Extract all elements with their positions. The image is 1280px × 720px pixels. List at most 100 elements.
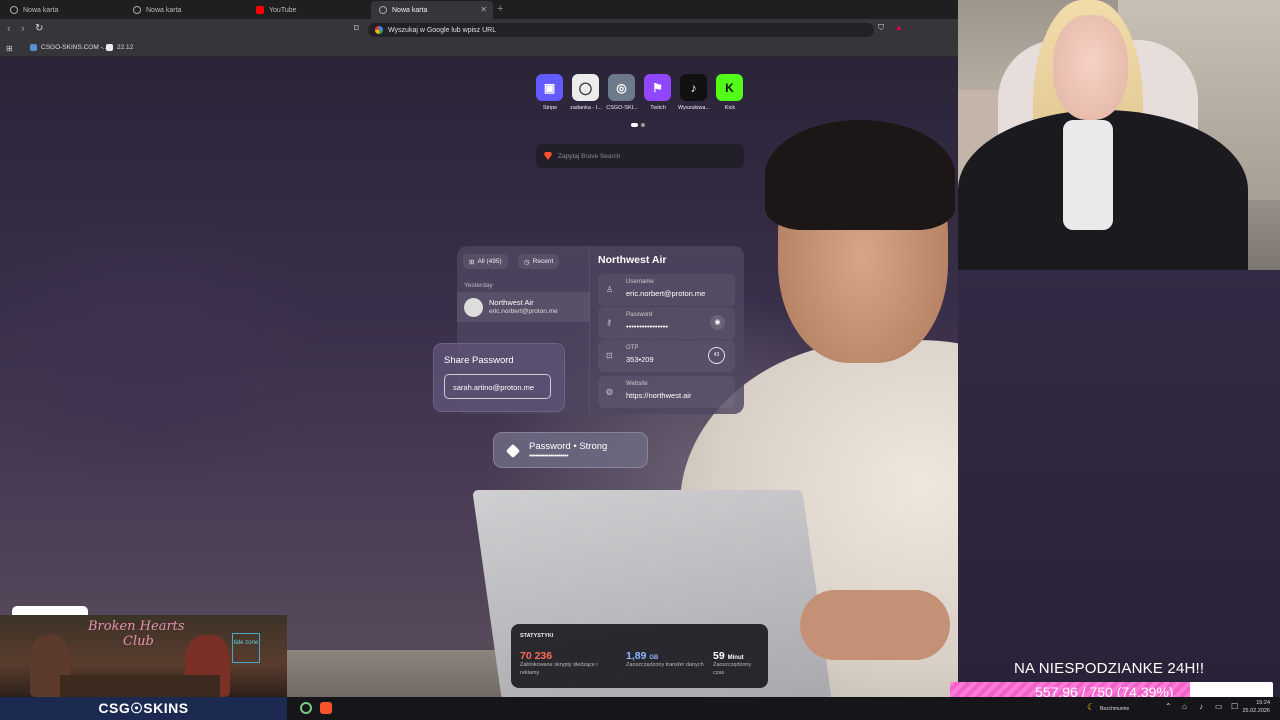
stat-value: 59	[713, 650, 725, 662]
field-value: ••••••••••••••••	[626, 322, 669, 331]
speed-dial-icon: ▣	[536, 74, 563, 101]
webcam-streamer-shirt	[1063, 120, 1113, 230]
otp-field: ⊡ OTP 353•209 43	[598, 340, 735, 372]
address-bar[interactable]: Wyszukaj w Google lub wpisz URL	[368, 23, 874, 37]
lock-icon: ⊡	[606, 351, 613, 360]
stat-bandwidth-value: 1,89 GB	[626, 650, 658, 662]
new-tab-icon[interactable]: +	[497, 3, 503, 15]
eye-icon: ◉	[710, 315, 725, 330]
tab-youtube[interactable]: YouTube	[248, 1, 370, 19]
google-icon	[375, 26, 383, 34]
address-placeholder: Wyszukaj w Google lub wpisz URL	[388, 26, 497, 34]
back-icon[interactable]: ‹	[7, 23, 11, 35]
clock-icon: ◷	[524, 258, 530, 266]
bookmark-csgo-skins[interactable]: CSGO-SKINS.COM -...	[30, 44, 108, 51]
tab-2[interactable]: Nowa karta	[125, 1, 247, 19]
strength-dots: ••••••••••••••••••••	[529, 453, 569, 460]
tab-strip: Nowa karta Nowa karta YouTube Nowa karta…	[0, 0, 958, 19]
chip-recent: ◷ Recent	[518, 254, 560, 269]
bookmark-label: CSGO-SKINS.COM -...	[41, 44, 109, 51]
chip-all: ⊞ All (495)	[463, 254, 508, 269]
notification-icon[interactable]: ☐	[1231, 702, 1238, 711]
tab-1[interactable]: Nowa karta	[2, 1, 124, 19]
reload-icon[interactable]: ↻	[35, 23, 43, 34]
website-field: ◍ Website https://northwest.air	[598, 376, 735, 408]
brave-lion-icon	[544, 152, 552, 160]
brave-rewards-icon[interactable]: ▲	[895, 23, 903, 32]
volume-icon[interactable]: ♪	[1199, 702, 1203, 711]
globe-icon: ◍	[606, 387, 613, 396]
bookmark-icon[interactable]: ⌑	[354, 23, 359, 34]
speed-dial-3[interactable]: ⚑ Twitch	[644, 74, 672, 111]
page-dot-active[interactable]	[631, 123, 638, 127]
brave-browser-icon[interactable]	[320, 702, 332, 714]
speed-dial-icon: ⚑	[644, 74, 671, 101]
tab-favicon-icon	[133, 6, 141, 14]
stream-side-panel	[958, 270, 1280, 697]
speed-dial-4[interactable]: ♪ Wyszukiwa...	[678, 74, 710, 111]
detail-title: Northwest Air	[598, 254, 667, 266]
field-label: Website	[626, 381, 648, 387]
strength-title: Password • Strong	[529, 441, 608, 452]
bookmark-2212[interactable]: 22.12	[106, 44, 133, 51]
page-icon	[106, 44, 113, 51]
game-neon-sign: tide zone	[232, 633, 260, 663]
share-password-card: Share Password sarah.artino@proton.me	[433, 343, 565, 412]
search-placeholder: Zapytaj Brave Search	[558, 152, 621, 160]
section-label: Yesterday	[464, 282, 493, 289]
battery-icon[interactable]: ▭	[1215, 702, 1223, 711]
field-value: eric.norbert@proton.me	[626, 289, 706, 298]
network-icon[interactable]: ⌂	[1182, 702, 1187, 711]
obs-icon[interactable]	[300, 702, 312, 714]
chip-label: All (495)	[477, 258, 502, 265]
speed-dial-icon: ◯	[572, 74, 599, 101]
windows-taskbar: ☾ Bezchmurnie ⌃ ⌂ ♪ ▭ ☐ 15:24 25.02.2026	[287, 697, 1280, 720]
brave-shields-icon[interactable]: ⛉	[878, 23, 884, 33]
field-label: Username	[626, 279, 654, 285]
page-dot[interactable]	[641, 123, 645, 127]
forward-icon[interactable]: ›	[21, 23, 25, 35]
wallpaper-person-hair	[765, 120, 955, 230]
sponsor-banner: CSG☉SKINS	[0, 697, 287, 720]
speed-dial-0[interactable]: ▣ Stripe	[536, 74, 564, 111]
tab-title: Nowa karta	[392, 6, 428, 14]
brave-search-box[interactable]: Zapytaj Brave Search	[536, 144, 744, 168]
game-title-line1: Broken Hearts	[88, 619, 185, 634]
stats-widget[interactable]: STATYSTYKI 70 236 Zablokowane skrypty śl…	[511, 624, 768, 688]
stat-unit: Minut	[727, 655, 744, 661]
speed-dial-5[interactable]: K Kick	[716, 74, 744, 111]
apps-grid-icon[interactable]: ⊞	[6, 44, 13, 53]
tab-active[interactable]: Nowa karta ✕	[371, 1, 493, 19]
field-label: OTP	[626, 345, 639, 351]
bookmarks-bar: ⊞ CSGO-SKINS.COM -... 22.12	[0, 41, 958, 57]
tab-title: YouTube	[269, 6, 297, 14]
bookmark-label: 22.12	[117, 44, 134, 51]
entry-name: Northwest Air	[489, 298, 534, 307]
game-bar-counter	[60, 675, 220, 697]
stat-unit: GB	[649, 655, 659, 661]
clock[interactable]: 15:24 25.02.2026	[1242, 699, 1270, 716]
diamond-icon	[505, 443, 521, 459]
entry-email: eric.norbert@proton.me	[489, 308, 558, 315]
user-icon: ♙	[606, 285, 614, 294]
close-tab-icon[interactable]: ✕	[480, 5, 487, 14]
tab-title: Nowa karta	[23, 6, 59, 14]
globe-icon	[30, 44, 37, 51]
youtube-icon	[256, 6, 264, 14]
wallpaper-hands	[800, 590, 950, 660]
field-label: Password	[626, 312, 653, 318]
username-field: ♙ Username eric.norbert@proton.me	[598, 274, 735, 306]
tab-favicon-icon	[10, 6, 18, 14]
webcam-streamer-face	[1053, 15, 1128, 120]
grid-icon: ⊞	[469, 258, 475, 266]
page-indicator[interactable]	[631, 123, 645, 127]
chip-label: Recent	[532, 258, 554, 265]
share-title: Share Password	[444, 355, 514, 366]
weather-text: Bezchmurnie	[1100, 706, 1130, 712]
speed-dial-2[interactable]: ◎ CSGO-SKI...	[606, 74, 638, 111]
field-value: https://northwest.air	[626, 391, 692, 400]
stat-bandwidth-desc: Zaoszczędzony transfer danych	[626, 662, 704, 668]
tray-chevron-icon[interactable]: ⌃	[1165, 702, 1172, 711]
speed-dial-1[interactable]: ◯ zadanka - I...	[570, 74, 602, 111]
tab-title: Nowa karta	[146, 6, 182, 14]
